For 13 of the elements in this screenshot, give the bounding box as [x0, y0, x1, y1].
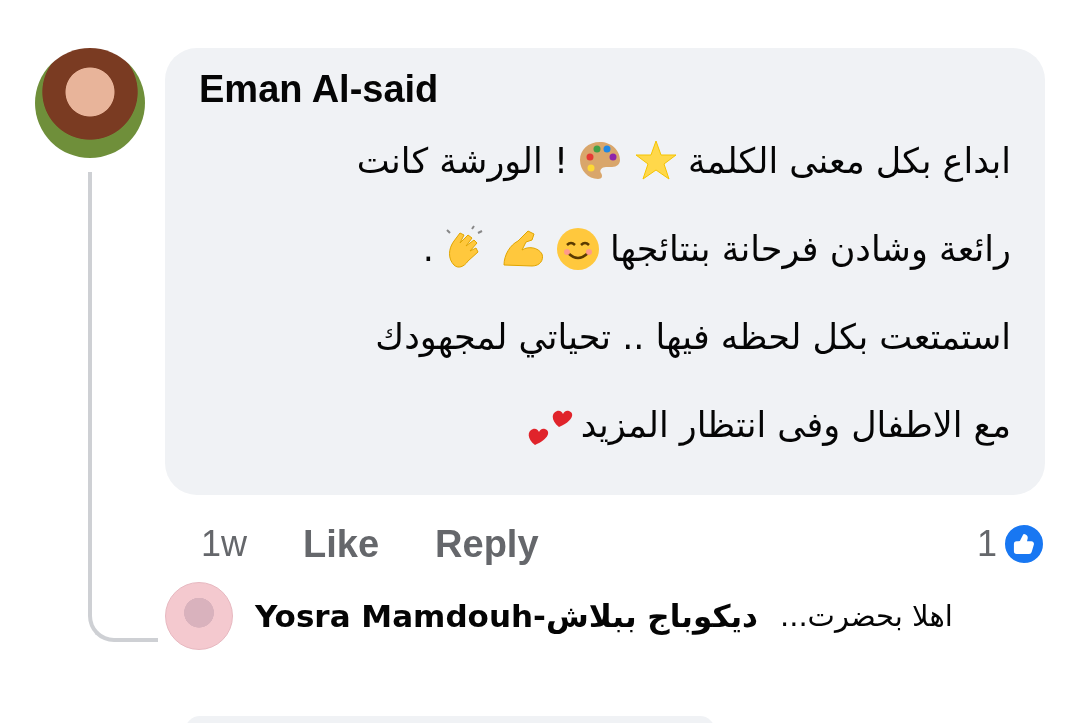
reaction-count: 1	[976, 523, 997, 565]
comment-text: استمتعت بكل لحظه فيها .. تحياتي لمجهودك	[375, 317, 1011, 357]
reply-author[interactable]: Yosra Mamdouh-ديكوباج ببلاش	[255, 598, 758, 634]
comment-author[interactable]: Eman Al-said	[199, 68, 1011, 111]
like-link[interactable]: Like	[303, 522, 380, 566]
comment-text: ! الورشة كانت	[356, 141, 568, 181]
reply-text: اهلا بحضرت...	[779, 599, 953, 633]
comment-text: .	[422, 229, 434, 269]
comment-time: 1w	[201, 523, 248, 565]
comment-text: رائعة وشادن فرحانة بنتائجها	[609, 229, 1011, 269]
comment-text: ابداع بكل معنى الكلمة	[687, 141, 1011, 181]
comment-text: مع الاطفال وفى انتظار المزيد	[580, 405, 1011, 445]
reply-link[interactable]: Reply	[435, 522, 539, 566]
